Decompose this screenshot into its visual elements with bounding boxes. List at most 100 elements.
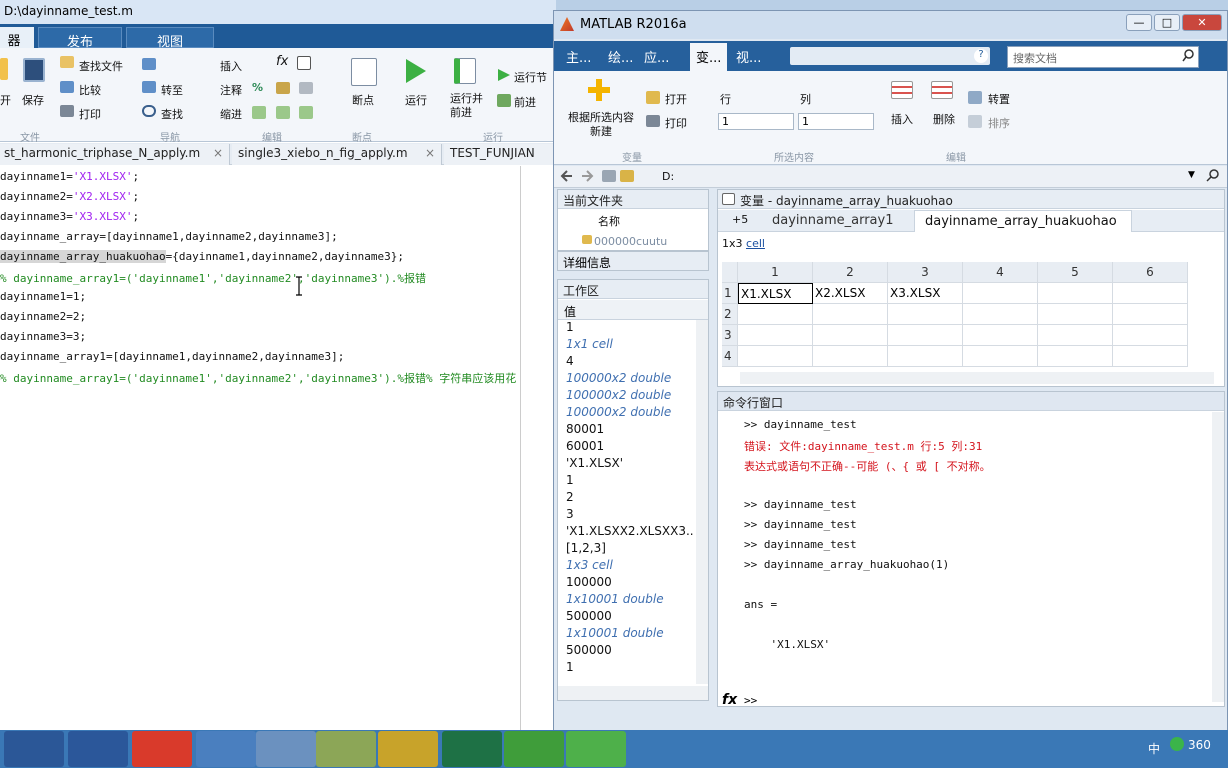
up-folder-icon[interactable] — [602, 170, 616, 182]
grid-cell[interactable]: X3.XLSX — [888, 283, 963, 304]
taskbar-chrome-icon[interactable] — [196, 731, 256, 767]
column-header[interactable]: 4 — [963, 262, 1038, 283]
column-header[interactable]: 1 — [738, 262, 813, 283]
taskbar-explorer-icon[interactable] — [316, 731, 376, 767]
folder-item[interactable]: 000000cuutu — [594, 235, 667, 248]
workspace-value[interactable]: 2 — [566, 490, 574, 504]
workspace-value[interactable]: 500000 — [566, 609, 612, 623]
file-tab[interactable]: single3_xiebo_n_fig_apply.m × — [232, 144, 442, 165]
code-line[interactable]: dayinname_array1=[dayinname1,dayinname2,… — [0, 350, 344, 368]
run-button[interactable]: 运行 — [405, 92, 427, 108]
uncomment-icon[interactable] — [299, 82, 313, 94]
row-header[interactable]: 1 — [722, 283, 738, 304]
grid-cell[interactable] — [1038, 304, 1113, 325]
grid-cell[interactable] — [738, 325, 813, 346]
workspace-value[interactable]: 1 — [566, 660, 574, 674]
file-tab[interactable]: st_harmonic_triphase_N_apply.m × — [0, 144, 230, 165]
grid-cell[interactable] — [888, 346, 963, 367]
grid-cell[interactable] — [813, 304, 888, 325]
open-icon[interactable] — [0, 58, 8, 80]
tab-publish[interactable]: 发布 — [38, 27, 122, 50]
code-line[interactable]: dayinname1='X1.XLSX'; — [0, 170, 139, 188]
tab-plots[interactable]: 绘... — [608, 47, 633, 66]
indent-button[interactable]: 缩进 — [220, 106, 242, 122]
grid-cell[interactable] — [813, 325, 888, 346]
file-tab[interactable]: TEST_FUNJIAN — [444, 144, 556, 165]
code-editor[interactable]: dayinname1='X1.XLSX'; dayinname2='X2.XLSX… — [0, 166, 556, 730]
tab-editor[interactable]: 器 — [0, 27, 34, 49]
breakpoint-icon[interactable] — [351, 58, 377, 86]
grid-corner[interactable] — [722, 262, 738, 283]
grid-cell[interactable] — [963, 304, 1038, 325]
grid-cell[interactable] — [1038, 325, 1113, 346]
grid-cell[interactable] — [738, 346, 813, 367]
delete-button[interactable]: 删除 — [933, 111, 955, 127]
name-column-header[interactable]: 名称 — [598, 213, 620, 229]
path-search-icon[interactable] — [1206, 169, 1220, 183]
transpose-button[interactable]: 转置 — [988, 91, 1010, 107]
code-line[interactable]: dayinname_array=[dayinname1,dayinname2,d… — [0, 230, 338, 248]
tab-apps[interactable]: 应... — [644, 47, 669, 66]
code-line[interactable]: dayinname_array_huakuohao={dayinname1,da… — [0, 250, 404, 268]
search-docs-input[interactable]: 搜索文档 — [1007, 46, 1199, 68]
workspace-value[interactable]: 1 — [566, 473, 574, 487]
grid-cell[interactable] — [1038, 346, 1113, 367]
more-tabs-button[interactable]: +5 — [732, 213, 748, 226]
workspace-value[interactable]: 1x3 cell — [566, 558, 613, 572]
code-line[interactable]: dayinname2=2; — [0, 310, 86, 328]
percent-icon[interactable]: % — [252, 81, 263, 94]
insert-button[interactable]: 插入 — [220, 58, 242, 74]
code-line[interactable]: % dayinname_array1=('dayinname1','dayinn… — [0, 370, 516, 388]
advance-button[interactable]: 前进 — [514, 94, 536, 110]
print-button[interactable]: 打印 — [665, 115, 687, 131]
fx-icon[interactable]: fx — [722, 692, 737, 708]
column-header[interactable]: 2 — [813, 262, 888, 283]
find-button[interactable]: 查找 — [161, 106, 183, 122]
workspace-value[interactable]: 100000x2 double — [566, 388, 671, 402]
find-files-button[interactable]: 查找文件 — [79, 58, 123, 74]
tab-variable[interactable]: 变... — [690, 43, 728, 71]
wrap-icon[interactable] — [276, 82, 290, 94]
workspace-value[interactable]: 1 — [566, 320, 574, 334]
goto-button[interactable]: 转至 — [161, 82, 183, 98]
row-header[interactable]: 4 — [722, 346, 738, 367]
quick-access-toolbar[interactable] — [790, 47, 990, 65]
workspace-value[interactable]: 100000x2 double — [566, 405, 671, 419]
taskbar-ie-icon[interactable] — [504, 731, 564, 767]
grid-cell[interactable] — [963, 346, 1038, 367]
taskbar-pdf-icon[interactable] — [132, 731, 192, 767]
save-icon[interactable] — [23, 58, 45, 82]
workspace-value[interactable]: 60001 — [566, 439, 604, 453]
compare-button[interactable]: 比较 — [79, 82, 101, 98]
taskbar-word-icon[interactable] — [68, 731, 128, 767]
code-line[interactable]: % dayinname_array1=('dayinname1','dayinn… — [0, 270, 426, 288]
workspace-value[interactable]: 1x10001 double — [566, 626, 664, 640]
grid-cell[interactable] — [963, 325, 1038, 346]
code-line[interactable]: dayinname3=3; — [0, 330, 86, 348]
grid-cell[interactable] — [888, 325, 963, 346]
run-advance-icon[interactable] — [454, 58, 476, 84]
workspace-value[interactable]: 100000x2 double — [566, 371, 671, 385]
help-icon[interactable]: ? — [974, 49, 988, 63]
workspace-value[interactable]: 'X1.XLSXX2.XLSXX3... — [566, 524, 694, 538]
col-input[interactable]: 1 — [798, 113, 874, 130]
indent-smart-icon[interactable] — [276, 106, 290, 119]
details-header[interactable]: 详细信息 — [557, 251, 709, 271]
workspace-value[interactable]: 4 — [566, 354, 574, 368]
back-icon[interactable] — [142, 58, 156, 70]
run-section-button[interactable]: 运行节 — [514, 69, 547, 85]
tab-dayinname-array-huakuohao[interactable]: dayinname_array_huakuohao — [914, 210, 1132, 232]
maximize-button[interactable]: □ — [1154, 14, 1180, 31]
grid-cell[interactable] — [1038, 283, 1113, 304]
column-header[interactable]: 3 — [888, 262, 963, 283]
workspace-list[interactable]: 1 1x1 cell 4 100000x2 double 100000x2 double… — [558, 320, 694, 680]
workspace-value[interactable]: 1x10001 double — [566, 592, 664, 606]
tab-view[interactable]: 视... — [736, 47, 761, 66]
taskbar-excel-icon[interactable] — [442, 731, 502, 767]
new-from-selection-button[interactable]: 根据所选内容 新建 — [568, 111, 634, 139]
command-output[interactable]: >> dayinname_test 错误: 文件:dayinname_test.m… — [718, 418, 1208, 678]
360-icon[interactable] — [1170, 737, 1184, 751]
workspace-value[interactable]: 500000 — [566, 643, 612, 657]
close-window-button[interactable]: ✕ — [1182, 14, 1222, 31]
delete-icon[interactable] — [931, 81, 953, 99]
